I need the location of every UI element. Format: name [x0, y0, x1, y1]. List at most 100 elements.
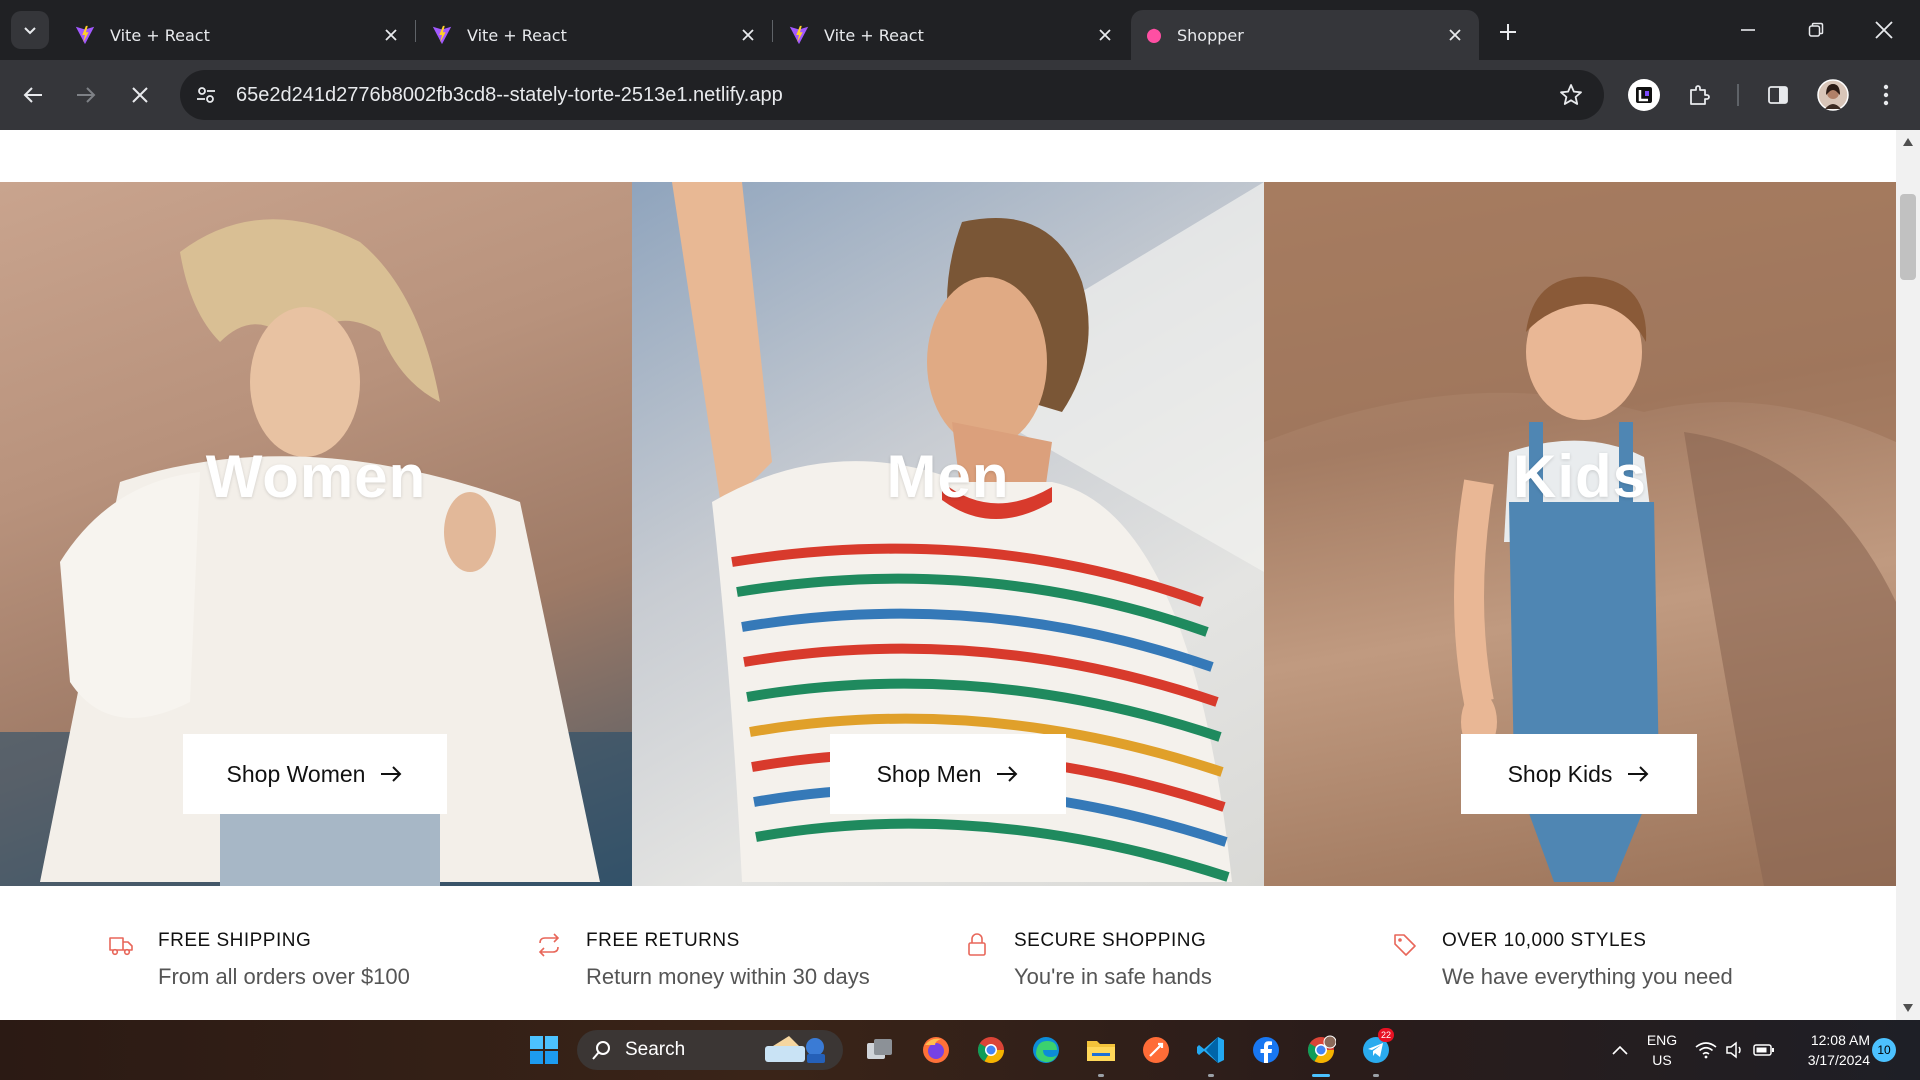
taskbar-postman[interactable]	[1136, 1030, 1176, 1070]
close-tab-icon[interactable]	[736, 23, 760, 47]
forward-button[interactable]	[66, 75, 106, 115]
url-text[interactable]: 65e2d241d2776b8002fb3cd8--stately-torte-…	[236, 84, 783, 107]
caret-down-icon	[1903, 1004, 1913, 1012]
feature-description: We have everything you need	[1442, 964, 1733, 989]
category-men[interactable]: Men Shop Men	[632, 182, 1264, 886]
vscode-icon	[1197, 1037, 1224, 1063]
tab-title: Vite + React	[467, 25, 567, 45]
vite-icon	[75, 25, 95, 45]
feature-description: Return money within 30 days	[586, 964, 870, 989]
shop-women-button[interactable]: Shop Women	[183, 734, 447, 814]
truck-icon	[109, 937, 133, 956]
scroll-down-button[interactable]	[1896, 998, 1920, 1018]
volume-icon	[1726, 1041, 1741, 1059]
category-kids[interactable]: Kids Shop Kids	[1264, 182, 1896, 886]
stop-loading-button[interactable]	[120, 75, 160, 115]
category-title: Women	[205, 443, 427, 510]
arrow-right-icon	[997, 766, 1018, 782]
arrow-right-icon	[381, 766, 402, 782]
features-bar: FREE SHIPPING From all orders over $100 …	[0, 886, 1896, 1020]
category-women[interactable]: Women Shop Women	[0, 182, 632, 886]
chrome-icon	[977, 1037, 1005, 1064]
chevron-down-icon	[24, 27, 36, 35]
more-vert-icon	[1883, 84, 1889, 106]
restore-button[interactable]	[1796, 10, 1836, 50]
taskbar-chrome[interactable]	[971, 1030, 1011, 1070]
task-view-icon	[867, 1039, 892, 1059]
close-icon	[132, 87, 148, 103]
caret-up-icon	[1903, 138, 1913, 146]
feature-title: FREE RETURNS	[586, 930, 740, 951]
quick-settings-button[interactable]	[1690, 1030, 1780, 1070]
button-label: Shop Men	[876, 760, 982, 787]
close-tab-icon[interactable]	[1093, 23, 1117, 47]
feature-secure-shopping: SECURE SHOPPING You're in safe hands	[964, 930, 1212, 990]
windows-logo-icon	[530, 1036, 558, 1064]
close-tab-icon[interactable]	[379, 23, 403, 47]
profile-avatar[interactable]	[1813, 75, 1853, 115]
back-button[interactable]	[13, 75, 53, 115]
extension-button[interactable]	[1624, 75, 1664, 115]
taskbar-vscode[interactable]	[1191, 1030, 1231, 1070]
restore-icon	[1808, 22, 1824, 37]
language-indicator[interactable]: ENG US	[1644, 1030, 1680, 1070]
tab-shopper[interactable]: Shopper	[1131, 10, 1479, 60]
tab-vite-react-3[interactable]: Vite + React	[774, 10, 1129, 60]
arrow-right-icon	[77, 87, 96, 103]
page-viewport[interactable]: Women Shop Women Men Shop Men Kids Shop …	[0, 130, 1920, 1020]
address-bar[interactable]: 65e2d241d2776b8002fb3cd8--stately-torte-…	[180, 70, 1604, 120]
tab-search-button[interactable]	[11, 11, 49, 49]
search-highlight-icon	[765, 1036, 825, 1063]
taskbar-file-explorer[interactable]	[1081, 1030, 1121, 1070]
tab-vite-react-1[interactable]: Vite + React	[60, 10, 415, 60]
new-tab-button[interactable]	[1490, 14, 1526, 50]
edge-icon	[1033, 1037, 1059, 1063]
scroll-thumb[interactable]	[1900, 194, 1916, 280]
postman-icon	[1143, 1037, 1169, 1063]
extensions-button[interactable]	[1679, 75, 1719, 115]
running-indicator	[1373, 1074, 1379, 1077]
extension-logo-icon	[1628, 79, 1660, 111]
browser-menu-button[interactable]	[1866, 75, 1906, 115]
taskbar-search[interactable]: Search	[577, 1030, 843, 1070]
feature-free-returns: FREE RETURNS Return money within 30 days	[536, 930, 870, 990]
tab-title: Vite + React	[824, 25, 924, 45]
bookmark-button[interactable]	[1556, 80, 1586, 110]
taskbar-edge[interactable]	[1026, 1030, 1066, 1070]
lock-icon	[968, 933, 986, 956]
running-indicator	[1098, 1074, 1104, 1077]
taskbar-firefox[interactable]	[916, 1030, 956, 1070]
site-info-button[interactable]	[186, 75, 226, 115]
region-label: US	[1652, 1052, 1672, 1068]
start-button[interactable]	[524, 1030, 564, 1070]
scroll-up-button[interactable]	[1896, 132, 1920, 152]
shop-men-button[interactable]: Shop Men	[830, 734, 1066, 814]
notification-badge[interactable]: 10	[1872, 1038, 1896, 1062]
taskbar-facebook[interactable]	[1246, 1030, 1286, 1070]
side-panel-button[interactable]	[1758, 75, 1798, 115]
taskbar-chrome-profile[interactable]	[1301, 1030, 1341, 1070]
tune-icon	[197, 87, 215, 103]
shop-kids-button[interactable]: Shop Kids	[1461, 734, 1697, 814]
feature-title: FREE SHIPPING	[158, 930, 312, 951]
side-panel-icon	[1768, 86, 1788, 104]
show-hidden-icons-button[interactable]	[1600, 1030, 1640, 1070]
clock[interactable]: 12:08 AM 3/17/2024	[1790, 1030, 1870, 1070]
category-title: Kids	[1512, 443, 1648, 510]
arrow-left-icon	[23, 87, 42, 103]
vite-icon	[432, 25, 452, 45]
avatar-icon	[1817, 79, 1849, 111]
search-icon	[592, 1041, 610, 1060]
feature-styles: OVER 10,000 STYLES We have everything yo…	[1392, 930, 1733, 990]
close-window-button[interactable]	[1864, 10, 1904, 50]
firefox-icon	[923, 1037, 949, 1063]
close-tab-icon[interactable]	[1443, 23, 1467, 47]
minimize-icon	[1741, 29, 1755, 31]
page-scrollbar[interactable]	[1896, 130, 1920, 1020]
feature-title: SECURE SHOPPING	[1014, 930, 1207, 951]
tab-vite-react-2[interactable]: Vite + React	[417, 10, 772, 60]
feature-free-shipping: FREE SHIPPING From all orders over $100	[108, 930, 410, 990]
task-view-button[interactable]	[860, 1030, 900, 1070]
minimize-button[interactable]	[1728, 10, 1768, 50]
button-label: Shop Women	[226, 760, 366, 787]
